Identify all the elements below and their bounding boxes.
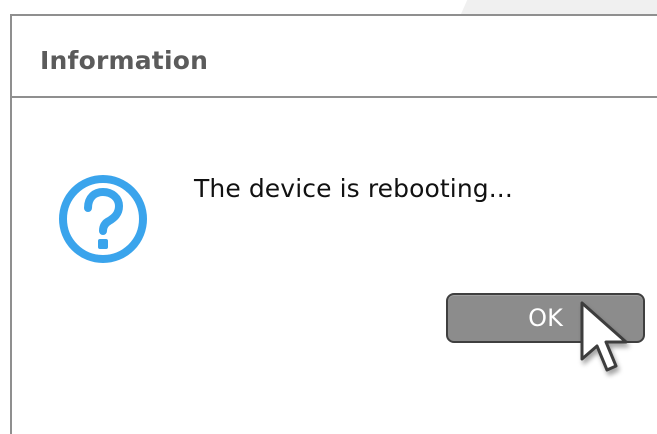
dialog-header: Information — [12, 16, 657, 98]
dialog-title: Information — [40, 46, 209, 75]
ok-button[interactable]: OK — [446, 293, 645, 343]
information-dialog: Information The device is rebooting... O… — [10, 14, 657, 434]
question-icon — [59, 175, 147, 263]
dialog-message: The device is rebooting... — [194, 174, 513, 203]
